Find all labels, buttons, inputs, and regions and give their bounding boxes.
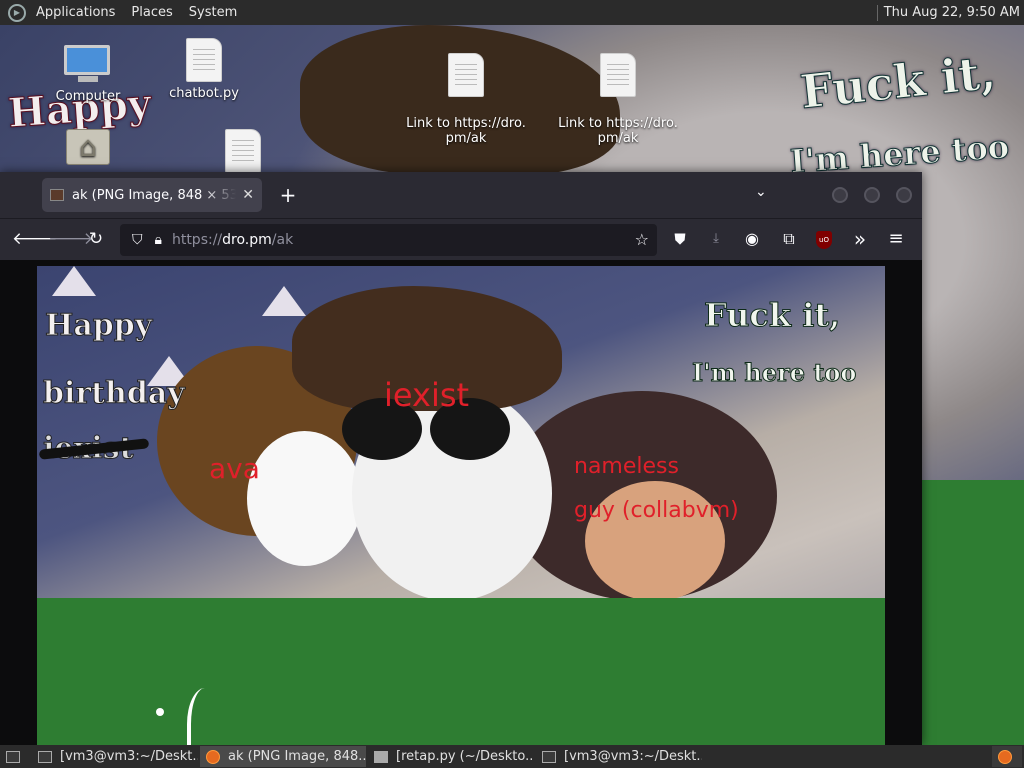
taskbar-item-label: [vm3@vm3:~/Deskt...: [60, 749, 198, 764]
forward-button[interactable]: 🡒: [48, 228, 94, 250]
list-all-tabs-button[interactable]: ⌄: [755, 184, 767, 200]
minimize-button[interactable]: [832, 187, 848, 203]
wallpaper-text-fuck-it: Fuck it,: [797, 44, 999, 120]
green-ground: [37, 598, 885, 745]
terminal-icon: [542, 750, 556, 763]
art-text-fuck-it: Fuck it,: [703, 296, 841, 335]
taskbar: [vm3@vm3:~/Deskt... ak (PNG Image, 848..…: [0, 745, 1024, 768]
top-panel: ▶ Applications Places System Thu Aug 22,…: [0, 0, 1024, 25]
desktop-icon-label: Computer: [55, 89, 121, 104]
tracking-protection-shield-icon[interactable]: ⛉: [132, 232, 143, 248]
desktop-icon-label: chatbot.py: [169, 86, 239, 101]
file-icon: [600, 53, 636, 97]
desktop-icon-computer[interactable]: Computer: [23, 45, 153, 104]
art-text-happy: Happy: [44, 308, 153, 344]
bookmark-star-icon[interactable]: ☆: [635, 230, 649, 249]
taskbar-item-label: [vm3@vm3:~/Deskt...: [564, 749, 702, 764]
desktop-icon-label: Link to https://dro. pm/ak: [558, 116, 678, 146]
label-ava: ava: [209, 452, 260, 485]
taskbar-item-firefox[interactable]: ak (PNG Image, 848...: [200, 746, 366, 767]
desktop-icon-label: Link to https://dro. pm/ak: [406, 116, 526, 146]
taskbar-item-terminal-1[interactable]: [vm3@vm3:~/Deskt...: [32, 746, 198, 767]
downloads-icon[interactable]: ⤓: [704, 228, 728, 250]
file-icon: [448, 53, 484, 97]
desktop-icon-home[interactable]: [23, 129, 153, 169]
maximize-button[interactable]: [864, 187, 880, 203]
hamburger-menu-icon[interactable]: ≡: [884, 228, 908, 250]
taskbar-item-label: ak (PNG Image, 848...: [228, 749, 366, 764]
wallpaper-green-area: [920, 480, 1024, 745]
tray-firefox-button[interactable]: [992, 746, 1022, 767]
firefox-icon: [998, 749, 1012, 764]
desktop-icon-link-2[interactable]: Link to https://dro. pm/ak: [553, 38, 683, 161]
desktop-icon-chatbot[interactable]: chatbot.py: [139, 38, 269, 101]
show-desktop-icon: [6, 750, 20, 763]
pocket-icon[interactable]: ⛊: [668, 228, 692, 250]
extensions-icon[interactable]: ⧉: [777, 228, 801, 250]
title-bar[interactable]: ak (PNG Image, 848 × 535 pixels) ✕ + ⌄: [0, 172, 922, 218]
file-icon: [186, 38, 222, 82]
close-window-button[interactable]: [896, 187, 912, 203]
art-text-here-too: I'm here too: [691, 358, 857, 388]
show-desktop-button[interactable]: [0, 746, 30, 767]
page-content: Happy birthday iexist Fuck it, I'm here …: [0, 260, 922, 745]
taskbar-item-label: [retap.py (~/Deskto...: [396, 749, 534, 764]
taskbar-item-terminal-2[interactable]: [vm3@vm3:~/Deskt...: [536, 746, 702, 767]
url-bar[interactable]: ⛉ 🔒︎ https://dro.pm/ak ☆: [120, 224, 657, 256]
tab-close-button[interactable]: ✕: [242, 187, 254, 203]
ava-face: [247, 431, 362, 566]
tab-favicon-icon: [50, 189, 64, 201]
lock-icon[interactable]: 🔒︎: [155, 232, 162, 248]
firefox-icon: [206, 749, 220, 764]
overflow-menu-icon[interactable]: »: [848, 228, 872, 250]
reload-button[interactable]: ↻: [84, 228, 108, 250]
menu-applications[interactable]: Applications: [28, 0, 123, 25]
clock[interactable]: Thu Aug 22, 9:50 AM: [884, 5, 1024, 20]
panel-separator: [876, 4, 878, 21]
navigation-toolbar: 🡐 🡒 ↻ ⛉ 🔒︎ https://dro.pm/ak ☆ ⛊ ⤓ ◉ ⧉ u…: [0, 218, 922, 260]
firefox-window: ak (PNG Image, 848 × 535 pixels) ✕ + ⌄ 🡐…: [0, 172, 922, 745]
new-tab-button[interactable]: +: [276, 183, 300, 207]
label-iexist: iexist: [384, 376, 470, 414]
desktop-icon-file[interactable]: [178, 129, 308, 177]
menu-places[interactable]: Places: [123, 0, 180, 25]
browser-tab[interactable]: ak (PNG Image, 848 × 535 pixels) ✕: [42, 178, 262, 212]
menu-system[interactable]: System: [181, 0, 245, 25]
url-text[interactable]: https://dro.pm/ak: [172, 232, 293, 248]
ublock-origin-icon[interactable]: uO: [816, 231, 834, 249]
taskbar-item-text-editor[interactable]: [retap.py (~/Deskto...: [368, 746, 534, 767]
desktop-icon-link-1[interactable]: Link to https://dro. pm/ak: [401, 38, 531, 161]
art-text-birthday: birthday: [43, 376, 186, 412]
text-editor-icon: [374, 750, 388, 763]
label-guy-collabvm: guy (collabvm): [574, 498, 739, 523]
terminal-icon: [38, 750, 52, 763]
label-nameless: nameless: [574, 454, 679, 479]
bg-star: [52, 266, 96, 296]
back-button[interactable]: 🡐: [12, 228, 58, 250]
png-image[interactable]: Happy birthday iexist Fuck it, I'm here …: [37, 266, 885, 745]
account-icon[interactable]: ◉: [740, 228, 764, 250]
ground-dot: [156, 708, 164, 716]
bg-star: [262, 286, 306, 316]
distro-logo-icon[interactable]: ▶: [8, 3, 26, 22]
computer-icon: [64, 45, 112, 85]
file-icon: [225, 129, 261, 173]
home-folder-icon: [66, 129, 110, 165]
tab-title: ak (PNG Image, 848 × 535 pixels): [72, 187, 237, 203]
